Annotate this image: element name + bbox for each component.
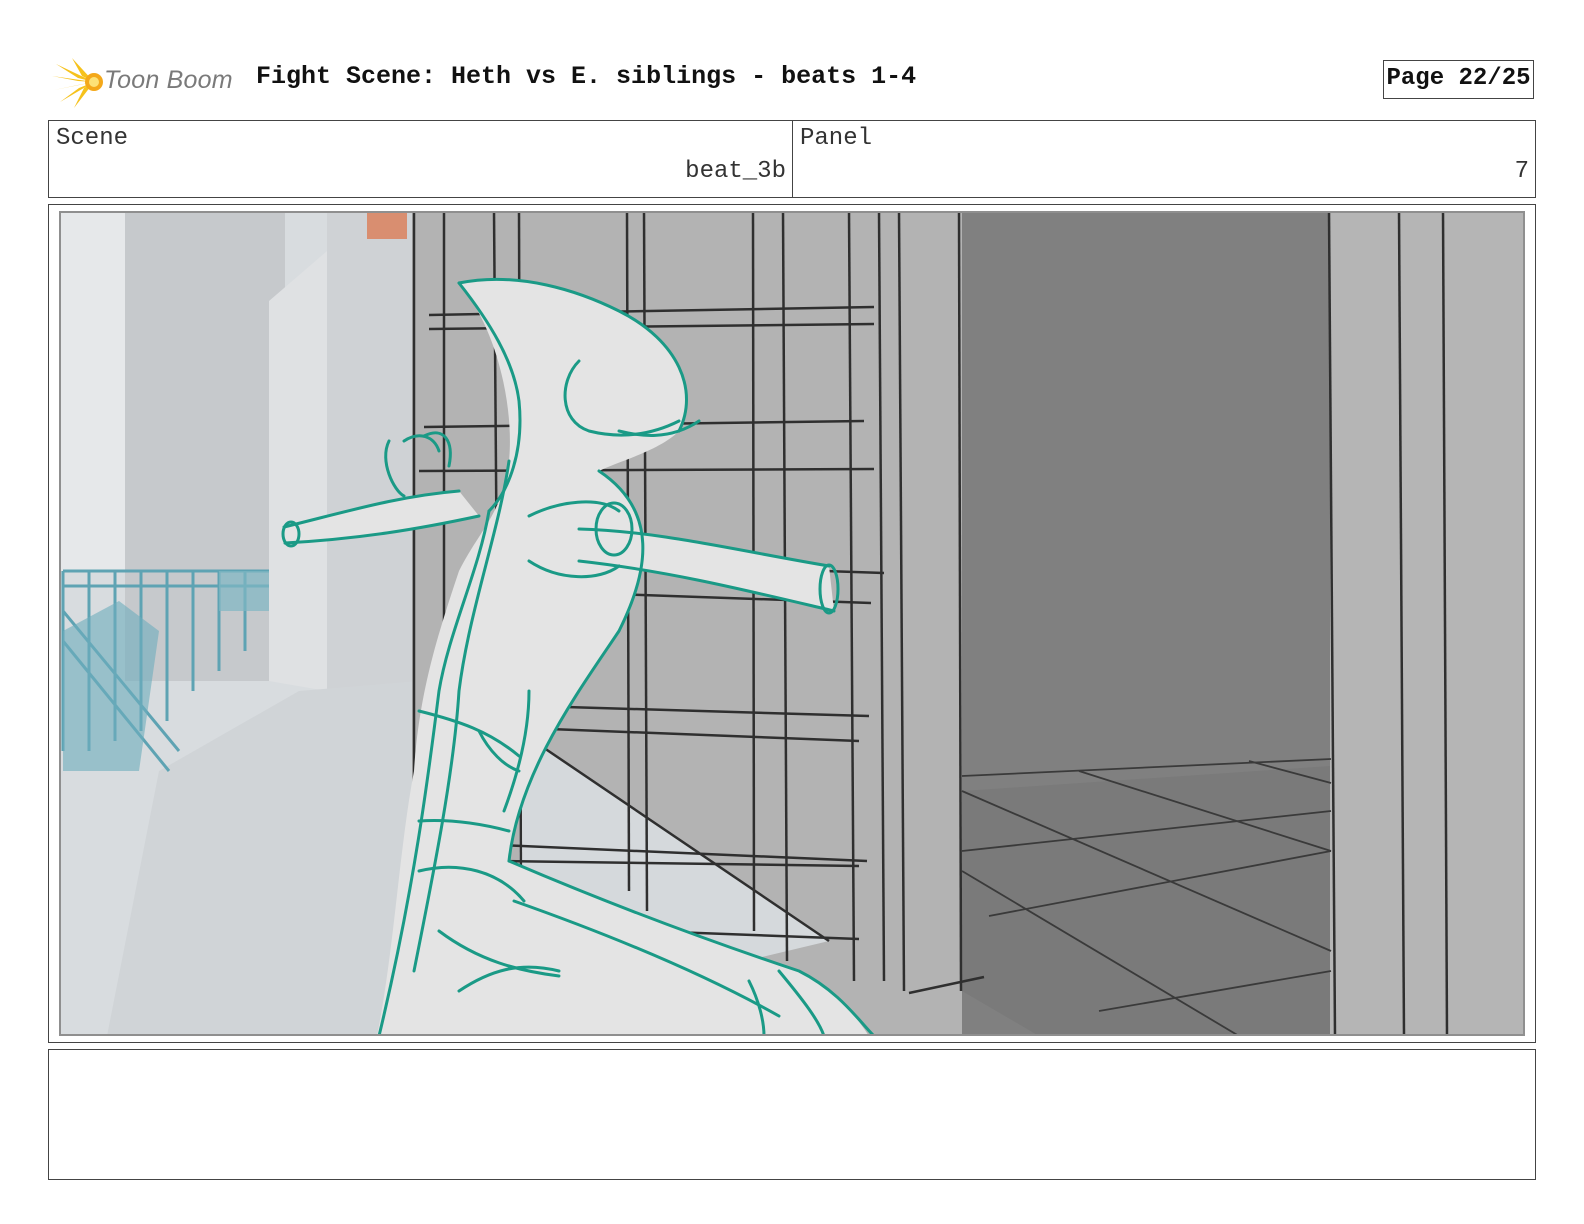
far-building — [61, 211, 125, 571]
orange-accent — [367, 211, 407, 239]
panel-drawing — [59, 211, 1525, 1036]
panel-label: Panel — [800, 125, 873, 152]
right-wall — [1330, 211, 1525, 1036]
storyboard-panel — [48, 204, 1536, 1043]
building-block — [327, 211, 417, 691]
scene-label: Scene — [56, 125, 129, 152]
page-indicator: Page 22/25 — [1383, 60, 1534, 99]
railing-platform — [219, 571, 269, 611]
document-title: Fight Scene: Heth vs E. siblings - beats… — [256, 62, 917, 91]
toon-boom-starburst-icon — [52, 58, 103, 108]
scene-cell: Scene beat_3b — [49, 121, 793, 197]
inner-floor — [962, 766, 1330, 1036]
notes-box — [48, 1049, 1536, 1180]
scene-panel-info: Scene beat_3b Panel 7 — [48, 120, 1536, 198]
scene-value: beat_3b — [685, 158, 786, 185]
panel-value: 7 — [1514, 158, 1529, 185]
building-corner — [269, 251, 327, 691]
logo-text: Toon Boom — [104, 66, 233, 94]
panel-cell: Panel 7 — [793, 121, 1535, 197]
